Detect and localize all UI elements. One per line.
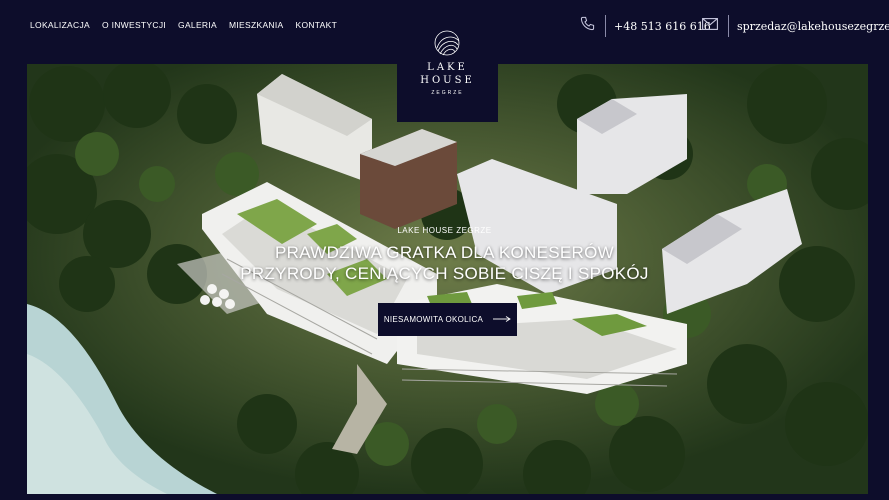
- cta-label: NIESAMOWITA OKOLICA: [383, 315, 484, 324]
- phone-separator: [605, 15, 606, 37]
- nav-item-galeria[interactable]: GALERIA: [178, 20, 217, 30]
- phone-contact[interactable]: +48 513 616 616: [580, 14, 711, 38]
- nav-item-mieszkania[interactable]: MIESZKANIA: [229, 20, 283, 30]
- nav-item-o-inwestycji[interactable]: O INWESTYCJI: [102, 20, 166, 30]
- shell-icon: [432, 28, 462, 63]
- logo-line-2: HOUSE: [420, 75, 475, 86]
- hero-headline-line-2: PRZYRODY, CENIĄCYCH SOBIE CISZĘ I SPOKÓJ: [240, 264, 649, 283]
- email-separator: [728, 15, 729, 37]
- main-nav: LOKALIZACJA O INWESTYCJI GALERIA MIESZKA…: [30, 20, 337, 30]
- brand-logo[interactable]: LAKE HOUSE ZEGRZE: [397, 30, 498, 122]
- email-contact[interactable]: sprzedaz@lakehousezegrze.pl: [702, 14, 889, 38]
- phone-icon: [580, 16, 595, 36]
- logo-line-3: ZEGRZE: [431, 90, 464, 96]
- hero-headline: PRAWDZIWA GRATKA DLA KONESERÓW PRZYRODY,…: [0, 242, 889, 284]
- hero-subtitle: LAKE HOUSE ZEGRZE: [397, 226, 492, 235]
- envelope-icon: [702, 17, 718, 35]
- nav-item-kontakt[interactable]: KONTAKT: [295, 20, 337, 30]
- arrow-right-icon: [493, 315, 512, 324]
- hero-headline-line-1: PRAWDZIWA GRATKA DLA KONESERÓW: [275, 243, 614, 262]
- email-address[interactable]: sprzedaz@lakehousezegrze.pl: [737, 20, 889, 33]
- phone-number[interactable]: +48 513 616 616: [614, 20, 711, 33]
- nav-item-lokalizacja[interactable]: LOKALIZACJA: [30, 20, 90, 30]
- cta-button[interactable]: NIESAMOWITA OKOLICA: [378, 303, 517, 336]
- logo-line-1: LAKE: [427, 62, 468, 73]
